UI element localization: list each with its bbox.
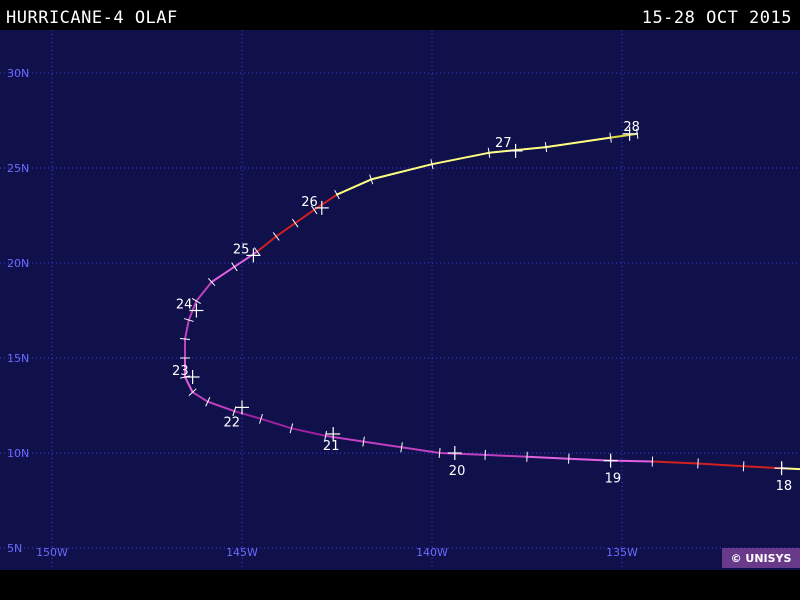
- day-label: 23: [172, 364, 189, 379]
- day-label: 22: [223, 415, 240, 430]
- ocean: [0, 30, 800, 570]
- copyright-badge: © UNISYS: [722, 548, 800, 568]
- lat-label: 30N: [7, 67, 29, 80]
- lon-label: 150W: [36, 546, 68, 559]
- day-label: 24: [176, 298, 193, 313]
- lon-label: 140W: [416, 546, 448, 559]
- date-range: 15-28 OCT 2015: [641, 8, 792, 28]
- header-bar: HURRICANE-4 OLAF 15-28 OCT 2015: [0, 0, 800, 30]
- day-label: 28: [623, 120, 640, 135]
- lon-label: 145W: [226, 546, 258, 559]
- lat-label: 5N: [7, 542, 22, 555]
- lat-label: 25N: [7, 162, 29, 175]
- lat-label: 20N: [7, 257, 29, 270]
- day-label: 26: [301, 195, 318, 210]
- lon-label: 135W: [606, 546, 638, 559]
- footer-bar: [0, 570, 800, 600]
- lat-label: 10N: [7, 447, 29, 460]
- day-label: 21: [323, 439, 340, 454]
- track-tick: [697, 458, 699, 469]
- day-label: 19: [605, 472, 622, 487]
- lat-label: 15N: [7, 352, 29, 365]
- day-label: 25: [233, 242, 250, 257]
- day-label: 27: [495, 136, 512, 151]
- track-map: 30N25N20N15N10N5N150W145W140W135W130W125…: [0, 30, 800, 570]
- map-title: HURRICANE-4 OLAF: [6, 8, 178, 28]
- track-tick: [742, 461, 745, 472]
- day-label: 18: [776, 479, 793, 494]
- day-label: 20: [449, 464, 466, 479]
